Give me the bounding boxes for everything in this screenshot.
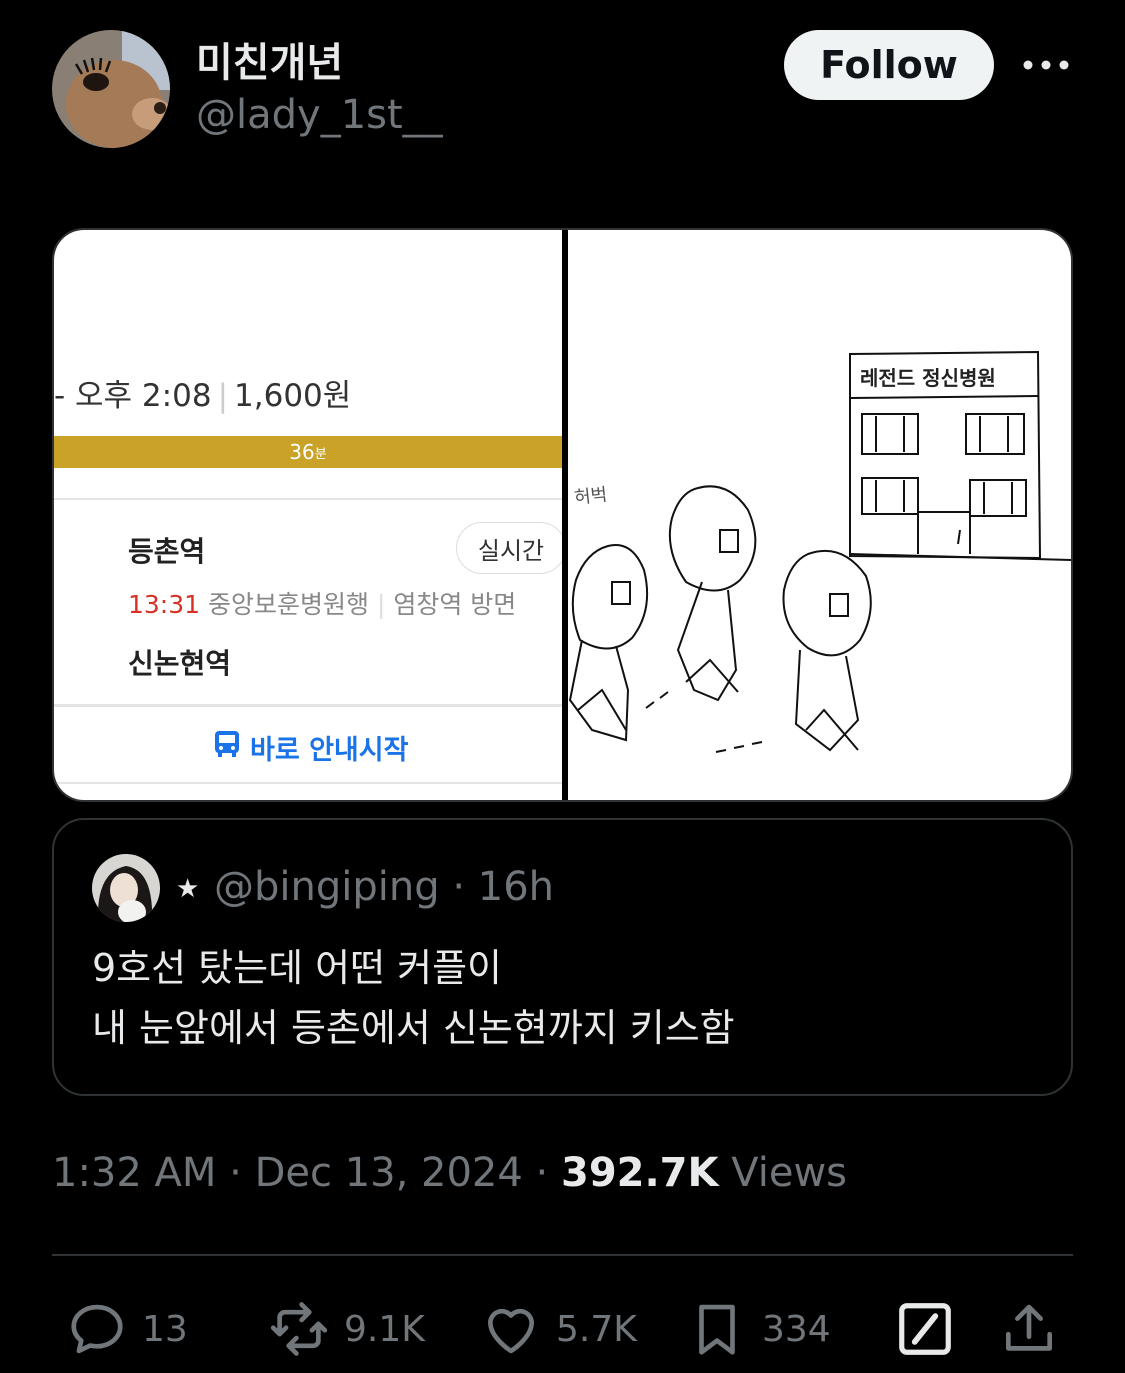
reply-button[interactable]: 13 <box>66 1296 188 1362</box>
bookmark-button[interactable]: 334 <box>686 1296 831 1362</box>
repost-button[interactable]: 9.1K <box>268 1296 425 1362</box>
route-screenshot-image[interactable]: - 오후 2:08 | 1,600원 36 분 등촌역 실시간 13:31 중앙보훈병… <box>54 230 562 800</box>
repost-count: 9.1K <box>344 1308 425 1350</box>
share-icon <box>1006 1304 1052 1351</box>
like-button[interactable]: 5.7K <box>480 1296 637 1362</box>
follow-button[interactable]: Follow <box>784 30 994 100</box>
time-range: - 오후 2:08 <box>54 378 212 414</box>
quoted-tweet-text: 9호선 탔는데 어떤 커플이 내 눈앞에서 등촌에서 신논현까지 키스함 <box>92 938 735 1058</box>
divider <box>52 1254 1073 1256</box>
repost-icon <box>270 1302 328 1356</box>
bus-icon <box>214 730 240 765</box>
train-time: 13:31 <box>128 590 201 619</box>
board-station: 등촌역 <box>128 535 206 568</box>
train-platform: 염창역 방면 <box>393 590 517 619</box>
duration-value: 36 <box>289 440 315 464</box>
heart-icon <box>488 1308 534 1354</box>
bookmark-icon <box>699 1304 735 1355</box>
guide-start-label: 바로 안내시작 <box>214 728 408 767</box>
grok-button[interactable] <box>894 1296 956 1362</box>
views-count: 392.7K <box>560 1150 719 1196</box>
divider <box>54 498 562 500</box>
share-button[interactable] <box>998 1296 1060 1362</box>
author-display-name[interactable]: 미친개년 <box>196 30 343 88</box>
grok-icon <box>899 1303 951 1355</box>
tweet-time[interactable]: 1:32 AM <box>52 1150 216 1196</box>
alight-station: 신논현역 <box>128 647 232 680</box>
divider <box>54 782 562 784</box>
duration-bar: 36 분 <box>54 436 562 468</box>
fare: 1,600원 <box>234 378 352 414</box>
route-summary: - 오후 2:08 | 1,600원 <box>54 378 352 414</box>
star-badge: ★ <box>176 874 200 904</box>
author-avatar[interactable] <box>52 30 170 148</box>
quoted-author-avatar[interactable] <box>92 854 160 922</box>
reply-icon <box>71 1304 123 1354</box>
quoted-author-handle[interactable]: @bingiping <box>214 864 440 910</box>
views-label: Views <box>731 1150 847 1196</box>
quoted-author-line[interactable]: @bingiping · 16h <box>214 864 554 910</box>
tweet-meta: 1:32 AM · Dec 13, 2024 · 392.7K Views <box>52 1150 847 1196</box>
author-handle[interactable]: @lady_1st__ <box>196 92 443 138</box>
bookmark-count: 334 <box>762 1308 831 1350</box>
more-horizontal-icon[interactable] <box>1022 55 1070 75</box>
train-direction: 중앙보훈병원행 <box>208 590 370 619</box>
realtime-button: 실시간 <box>456 522 562 574</box>
tweet-media[interactable]: - 오후 2:08 | 1,600원 36 분 등촌역 실시간 13:31 중앙보훈병… <box>52 228 1073 802</box>
train-info: 13:31 중앙보훈병원행 | 염창역 방면 <box>128 590 517 619</box>
hospital-drawing-image[interactable]: 레전드 정신병원 허벅 <box>568 230 1071 800</box>
quoted-text-line: 9호선 탔는데 어떤 커플이 <box>92 946 503 990</box>
tweet-date[interactable]: Dec 13, 2024 <box>255 1150 523 1196</box>
reply-count: 13 <box>142 1308 188 1350</box>
guide-text: 바로 안내시작 <box>250 735 409 766</box>
quoted-tweet-time: 16h <box>477 864 555 910</box>
hospital-sign-text: 레전드 정신병원 <box>860 366 996 390</box>
divider <box>54 704 562 707</box>
quoted-text-line: 내 눈앞에서 등촌에서 신논현까지 키스함 <box>92 1006 735 1050</box>
duration-unit: 분 <box>314 446 327 462</box>
like-count: 5.7K <box>556 1308 637 1350</box>
side-text: 허벅 <box>573 484 609 509</box>
